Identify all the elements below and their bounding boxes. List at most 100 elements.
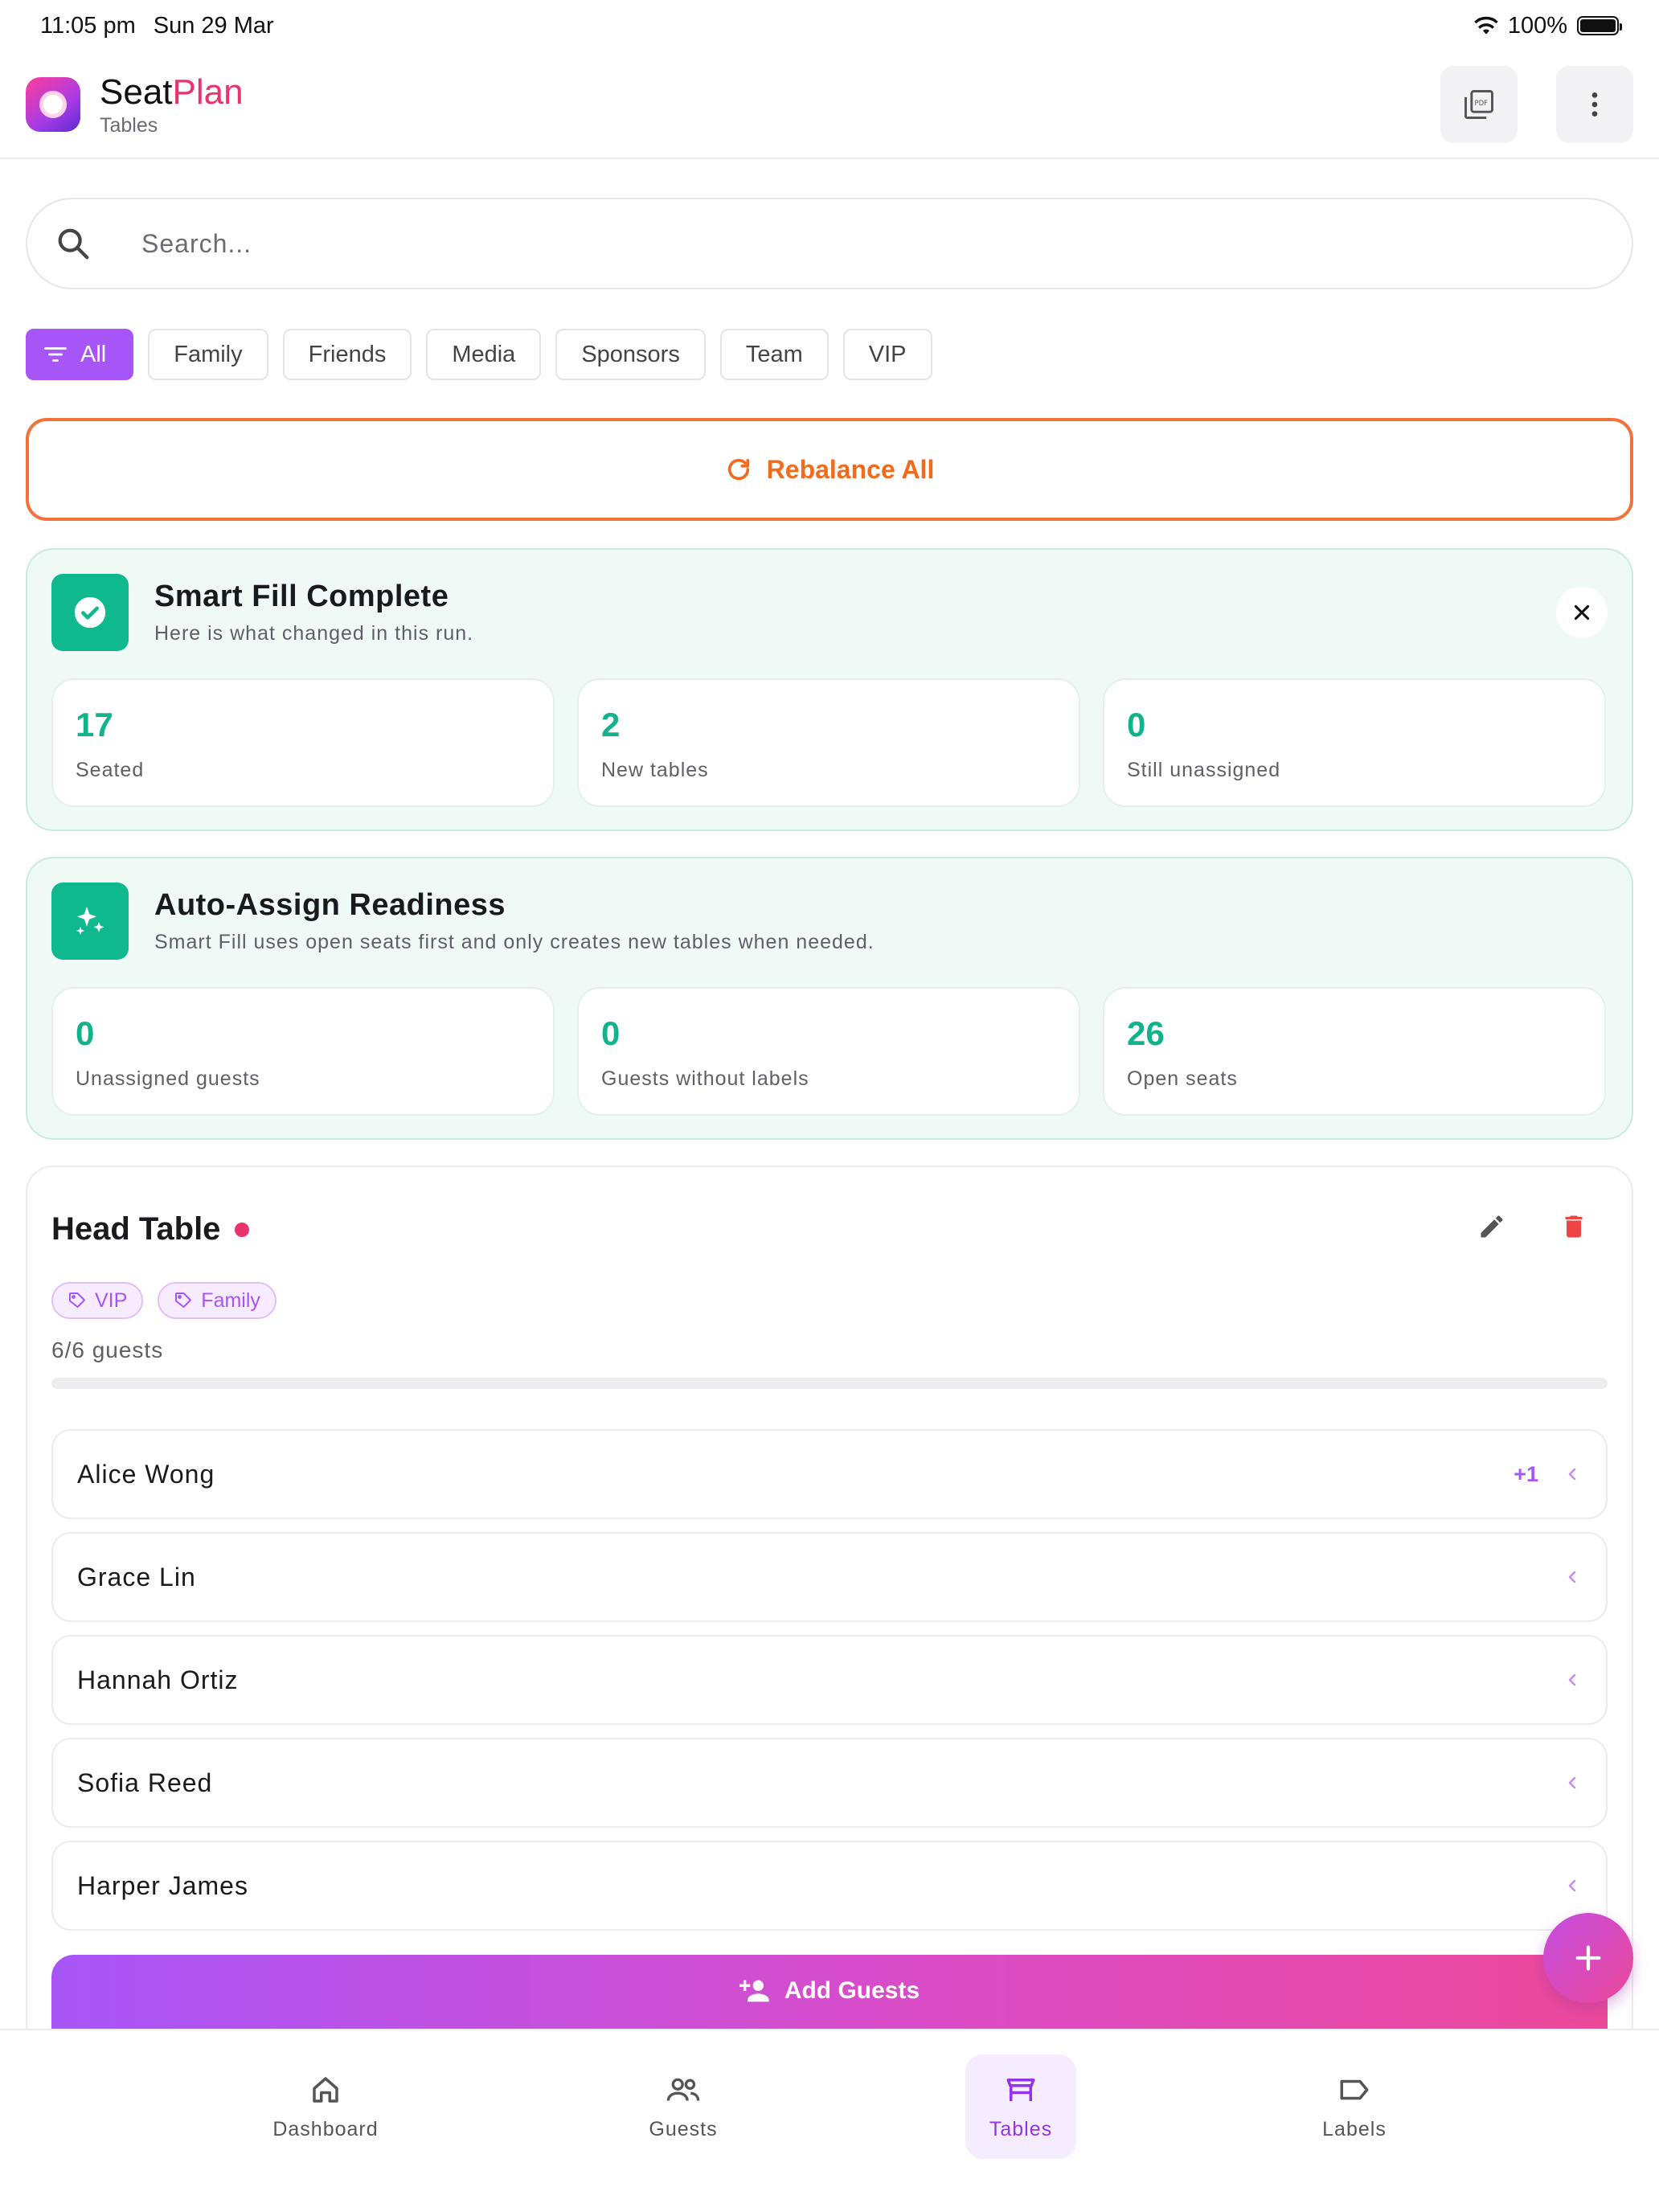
filter-chip-sponsors[interactable]: Sponsors: [555, 329, 706, 380]
search-input[interactable]: [141, 228, 1588, 259]
delete-table-button[interactable]: [1556, 1209, 1591, 1244]
more-vert-icon: [1591, 92, 1598, 117]
readiness-subtitle: Smart Fill uses open seats first and onl…: [154, 931, 875, 953]
readiness-title: Auto-Assign Readiness: [154, 888, 506, 922]
guest-name: Harper James: [77, 1870, 248, 1900]
tag-family: Family: [158, 1282, 276, 1319]
filter-chip-label: All: [80, 341, 107, 367]
stat-value: 0: [601, 1014, 621, 1052]
guest-row[interactable]: Alice Wong +1: [51, 1429, 1608, 1519]
status-bar: 11:05 pm Sun 29 Mar 100%: [0, 0, 1659, 51]
stat-card-seated: 17 Seated: [51, 678, 555, 807]
stat-label: Unassigned guests: [76, 1067, 260, 1090]
nav-label: Tables: [989, 2117, 1053, 2140]
guest-row[interactable]: Sofia Reed: [51, 1738, 1608, 1828]
tag-label: Family: [201, 1288, 260, 1312]
guest-row[interactable]: Hannah Ortiz: [51, 1635, 1608, 1725]
check-circle-icon: [51, 574, 129, 651]
tag-vip: VIP: [51, 1282, 144, 1319]
search-bar[interactable]: [26, 198, 1633, 289]
filter-chip-label: Media: [452, 341, 516, 367]
edit-icon: [1481, 1215, 1503, 1238]
filter-chip-label: Family: [174, 341, 243, 367]
filter-chip-label: Sponsors: [581, 341, 680, 367]
table-status-dot: [235, 1222, 250, 1237]
stat-card-open-seats: 26 Open seats: [1103, 987, 1606, 1116]
filter-chip-friends[interactable]: Friends: [282, 329, 412, 380]
brand: SeatPlan Tables: [100, 72, 244, 137]
battery-icon: [1577, 16, 1622, 35]
stat-label: Still unassigned: [1127, 759, 1281, 781]
tag-icon: [69, 1292, 85, 1308]
table-icon: [1006, 2078, 1035, 2101]
plus-one-badge: +1: [1514, 1461, 1538, 1486]
more-menu-button[interactable]: [1556, 66, 1633, 143]
stat-label: Seated: [76, 759, 145, 781]
rebalance-all-button[interactable]: Rebalance All: [26, 418, 1633, 521]
chevron-left-icon[interactable]: [1563, 1773, 1582, 1792]
stat-value: 17: [76, 706, 113, 743]
guest-name: Sofia Reed: [77, 1768, 213, 1797]
rebalance-label: Rebalance All: [766, 454, 935, 484]
person-add-icon: [739, 1980, 769, 2002]
add-table-fab[interactable]: [1543, 1913, 1633, 2003]
brand-name: SeatPlan: [100, 72, 244, 113]
add-guests-label: Add Guests: [784, 1977, 920, 2004]
stat-value: 0: [76, 1014, 95, 1052]
nav-item-labels[interactable]: Labels: [1290, 2054, 1419, 2159]
table-card: Head Table VIP Family 6/6 guests Alice W…: [26, 1165, 1633, 2051]
nav-label: Dashboard: [272, 2117, 379, 2140]
filter-chip-team[interactable]: Team: [719, 329, 829, 380]
guest-row[interactable]: Grace Lin: [51, 1532, 1608, 1622]
capacity-progress: [51, 1378, 1608, 1389]
stat-label: Open seats: [1127, 1067, 1238, 1090]
nav-item-tables[interactable]: Tables: [965, 2054, 1076, 2159]
chevron-left-icon[interactable]: [1563, 1464, 1582, 1484]
plus-icon: [1575, 1945, 1601, 1971]
guest-name: Alice Wong: [77, 1459, 215, 1489]
brand-seat: Seat: [100, 72, 173, 112]
filter-chips: All Family Friends Media Sponsors Team V…: [26, 329, 932, 380]
export-pdf-button[interactable]: PDF: [1440, 66, 1518, 143]
filter-chip-vip[interactable]: VIP: [842, 329, 932, 380]
nav-item-guests[interactable]: Guests: [619, 2054, 748, 2159]
sparkle-icon: [51, 883, 129, 960]
filter-icon: [44, 347, 67, 362]
close-icon: [1574, 604, 1590, 621]
chevron-left-icon[interactable]: [1563, 1670, 1582, 1690]
tag-label: VIP: [95, 1288, 128, 1312]
stat-card-still-unassigned: 0 Still unassigned: [1103, 678, 1606, 807]
nav-item-dashboard[interactable]: Dashboard: [261, 2054, 390, 2159]
stat-label: Guests without labels: [601, 1067, 809, 1090]
guest-row[interactable]: Harper James: [51, 1841, 1608, 1931]
app-header: SeatPlan Tables PDF: [0, 51, 1659, 159]
chevron-left-icon[interactable]: [1563, 1567, 1582, 1587]
nav-label: Labels: [1322, 2117, 1387, 2140]
stat-card-unassigned-guests: 0 Unassigned guests: [51, 987, 555, 1116]
guest-name: Grace Lin: [77, 1562, 196, 1591]
smart-fill-title: Smart Fill Complete: [154, 580, 449, 613]
tag-icon: [175, 1292, 192, 1308]
filter-chip-all[interactable]: All: [26, 329, 134, 380]
nav-label: Guests: [649, 2117, 718, 2140]
svg-text:PDF: PDF: [1475, 99, 1489, 107]
stat-value: 2: [601, 706, 621, 743]
search-icon: [58, 228, 89, 260]
chevron-left-icon[interactable]: [1563, 1876, 1582, 1895]
refresh-icon: [727, 458, 749, 481]
stat-card-guests-without-labels: 0 Guests without labels: [577, 987, 1080, 1116]
filter-chip-media[interactable]: Media: [426, 329, 542, 380]
edit-table-button[interactable]: [1474, 1209, 1509, 1244]
status-time: 11:05 pm: [40, 12, 136, 39]
capacity-progress-fill: [51, 1378, 1608, 1389]
filter-chip-label: Friends: [308, 341, 387, 367]
filter-chip-label: Team: [745, 341, 803, 367]
filter-chip-label: VIP: [868, 341, 907, 367]
close-button[interactable]: [1556, 587, 1608, 638]
stat-card-new-tables: 2 New tables: [577, 678, 1080, 807]
app-logo: [26, 77, 80, 132]
smart-fill-panel: Smart Fill Complete Here is what changed…: [26, 548, 1633, 831]
stat-label: New tables: [601, 759, 709, 781]
filter-chip-family[interactable]: Family: [148, 329, 268, 380]
smart-fill-subtitle: Here is what changed in this run.: [154, 622, 474, 645]
